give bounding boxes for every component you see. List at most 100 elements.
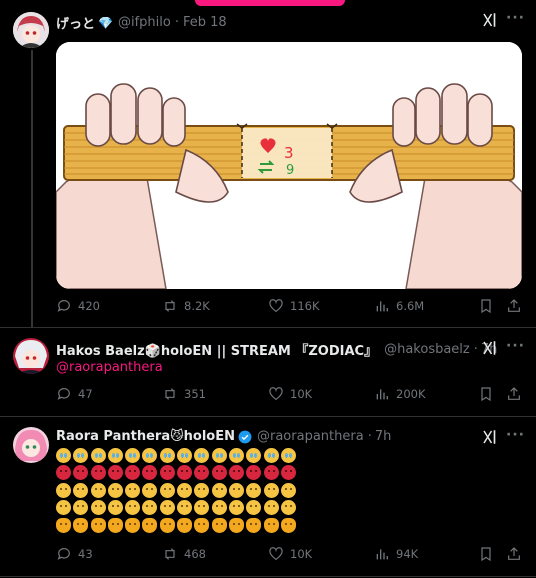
cat-emoji	[107, 517, 123, 533]
meh-emoji	[194, 500, 210, 516]
angry-emoji	[56, 465, 71, 481]
divider	[0, 327, 536, 328]
meh-emoji	[142, 482, 158, 498]
repost-button[interactable]: 351	[162, 386, 206, 402]
post-header: げっと 💎 @ifphilo · Feb 18	[56, 13, 227, 32]
like-icon	[269, 299, 283, 313]
author-name[interactable]: げっと	[56, 13, 95, 32]
meh-emoji	[107, 500, 123, 516]
bookmark-button[interactable]	[478, 298, 494, 314]
angry-emoji	[211, 465, 227, 481]
grok-icon[interactable]	[481, 428, 499, 446]
cry-emoji	[73, 448, 89, 463]
more-icon[interactable]: ···	[506, 10, 525, 26]
post-date[interactable]: Feb 18	[183, 15, 227, 30]
angry-emoji	[246, 465, 262, 481]
post-header: Hakos Baelz🎲holoEN || STREAM 『ZODIAC』 @h…	[56, 340, 497, 359]
cat-emoji	[228, 517, 244, 533]
like-icon	[269, 387, 283, 401]
diamond-icon: 💎	[98, 15, 113, 30]
reply-button[interactable]: 43	[56, 546, 93, 562]
cry-emoji	[142, 448, 158, 463]
more-icon[interactable]: ···	[506, 427, 525, 443]
avatar[interactable]	[13, 427, 49, 463]
meh-emoji	[246, 482, 262, 498]
post-time[interactable]: 7h	[375, 429, 392, 444]
share-button[interactable]	[506, 546, 522, 562]
repost-count: 351	[184, 387, 206, 401]
meh-emoji	[177, 482, 193, 498]
share-button[interactable]	[506, 386, 522, 402]
grok-icon[interactable]	[481, 11, 499, 29]
cat-emoji	[194, 517, 210, 533]
reply-count: 47	[78, 387, 93, 401]
meh-emoji	[90, 482, 106, 498]
repost-button[interactable]: 8.2K	[162, 298, 210, 314]
bookmark-icon	[481, 547, 491, 562]
divider	[0, 576, 536, 577]
angry-emoji	[90, 465, 106, 481]
reply-count: 43	[78, 547, 93, 561]
separator-dot: ·	[367, 429, 372, 444]
avatar[interactable]	[13, 12, 49, 48]
angry-emoji	[159, 465, 175, 481]
reply-icon	[57, 388, 70, 400]
author-name[interactable]: Hakos Baelz🎲holoEN || STREAM 『ZODIAC』	[56, 340, 377, 359]
emoji-row	[56, 447, 298, 464]
author-handle[interactable]: @raorapanthera	[257, 429, 364, 444]
reply-button[interactable]: 47	[56, 386, 93, 402]
views-button[interactable]: 200K	[374, 386, 426, 402]
cat-emoji	[90, 517, 106, 533]
bookmark-button[interactable]	[478, 386, 494, 402]
views-button[interactable]: 94K	[374, 546, 418, 562]
cry-emoji	[280, 448, 296, 463]
like-button[interactable]: 116K	[268, 298, 320, 314]
meh-emoji	[73, 500, 89, 516]
repost-count: 8.2K	[184, 299, 210, 313]
avatar[interactable]	[13, 338, 49, 374]
cat-emoji	[177, 517, 193, 533]
cry-emoji	[125, 448, 141, 463]
cry-emoji	[107, 448, 123, 463]
meh-emoji	[280, 482, 296, 498]
repost-button[interactable]: 468	[162, 546, 206, 562]
author-handle[interactable]: @hakosbaelz	[384, 342, 470, 357]
post-image[interactable]: 3 9	[56, 42, 522, 289]
more-icon[interactable]: ···	[506, 338, 525, 354]
post-actions: 420 8.2K 116K 6.6M	[0, 298, 536, 320]
bookmark-button[interactable]	[478, 546, 494, 562]
cat-emoji	[142, 517, 158, 533]
meh-emoji	[90, 500, 106, 516]
meh-emoji	[73, 482, 89, 498]
separator-dot: ·	[174, 15, 179, 30]
meh-emoji	[159, 500, 175, 516]
views-count: 200K	[396, 387, 426, 401]
views-button[interactable]: 6.6M	[374, 298, 424, 314]
angry-emoji	[177, 465, 193, 481]
reply-icon	[57, 548, 70, 560]
like-button[interactable]: 10K	[268, 546, 312, 562]
emoji-row	[56, 499, 298, 516]
share-button[interactable]	[506, 298, 522, 314]
meh-emoji	[159, 482, 175, 498]
cry-emoji	[211, 448, 227, 463]
meh-emoji	[228, 482, 244, 498]
cry-emoji	[159, 448, 175, 463]
cat-emoji	[280, 517, 296, 533]
views-icon	[376, 301, 388, 312]
angry-emoji	[107, 465, 123, 481]
like-button[interactable]: 10K	[268, 386, 312, 402]
angry-emoji	[73, 465, 89, 481]
reply-button[interactable]: 420	[56, 298, 100, 314]
grok-icon[interactable]	[481, 339, 499, 357]
angry-emoji	[194, 465, 210, 481]
hearts-count: 3	[284, 144, 294, 162]
cat-emoji	[56, 517, 71, 533]
views-icon	[376, 549, 388, 560]
mention-link[interactable]: @raorapanthera	[56, 360, 163, 375]
author-name[interactable]: Raora Panthera😼holoEN	[56, 429, 235, 444]
meh-emoji	[194, 482, 210, 498]
like-count: 116K	[290, 299, 320, 313]
author-handle[interactable]: @ifphilo	[118, 15, 171, 30]
repeats-count: 9	[286, 163, 294, 178]
